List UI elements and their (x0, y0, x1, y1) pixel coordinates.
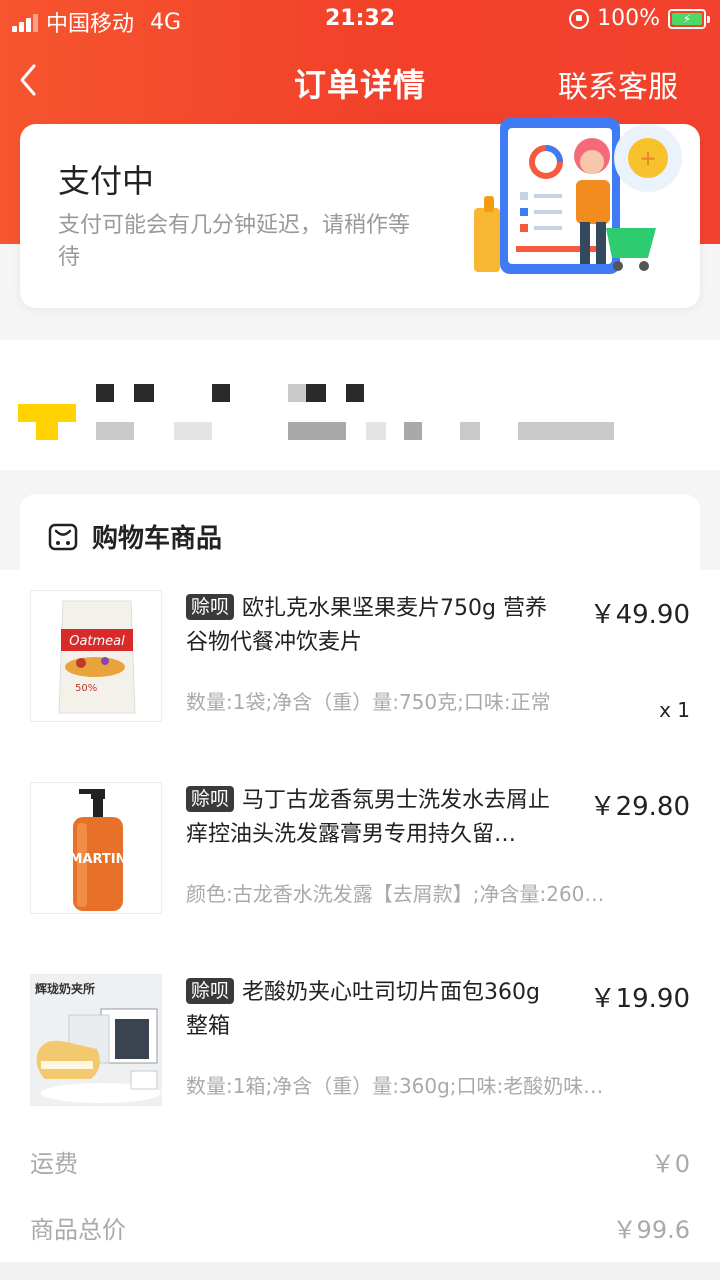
shipping-fee-row: 运费 ￥0 (30, 1144, 690, 1184)
payment-status-desc: 支付可能会有几分钟延迟，请稍作等待 (58, 213, 411, 270)
installment-tag: 赊呗 (186, 594, 235, 620)
cart-header: 购物车商品 (48, 518, 222, 555)
payment-status-card: 支付中 支付可能会有几分钟延迟，请稍作等待 + (20, 118, 700, 308)
bottom-divider (0, 1262, 720, 1280)
shipping-value: ￥0 (650, 1150, 690, 1178)
payment-status-title: 支付中 (58, 162, 155, 200)
cart-item[interactable]: MARTIN 赊呗 马丁古龙香氛男士洗发水去屑止痒控油头洗发露膏男专用持久留… ￥… (0, 762, 720, 932)
shopping-illustration: + (474, 118, 682, 274)
rotation-lock-icon (569, 8, 590, 29)
product-name: 赊呗 欧扎克水果坚果麦片750g 营养谷物代餐冲饮麦片 (186, 594, 547, 655)
status-bar: 中国移动 4G 21:32 100% ⚡ (0, 0, 720, 40)
location-icon (18, 404, 76, 440)
cart-title: 购物车商品 (92, 524, 223, 554)
cart-item[interactable]: Oatmeal 50% 赊呗 欧扎克水果坚果麦片750g 营养谷物代餐冲饮麦片 ￥… (0, 570, 720, 740)
cart-item[interactable]: 辉珑奶夹所 赊呗 老酸奶夹心吐司切片面包360g 整箱 ￥19.90 数量:1箱;… (0, 954, 720, 1124)
installment-tag: 赊呗 (186, 978, 235, 1004)
total-label: 商品总价 (30, 1216, 126, 1244)
product-image: 辉珑奶夹所 (30, 974, 162, 1106)
product-price: ￥49.90 (589, 600, 690, 630)
nav-bar: 订单详情 联系客服 (0, 48, 720, 112)
address-section[interactable] (0, 340, 720, 470)
svg-text:50%: 50% (75, 683, 97, 694)
product-spec: 数量:1箱;净含（重）量:360g;口味:老酸奶味… (186, 1074, 604, 1098)
product-image: Oatmeal 50% (30, 590, 162, 722)
product-image: MARTIN (30, 782, 162, 914)
cart-items: Oatmeal 50% 赊呗 欧扎克水果坚果麦片750g 营养谷物代餐冲饮麦片 ￥… (0, 570, 720, 1270)
battery-icon: ⚡ (668, 8, 710, 29)
product-name: 赊呗 马丁古龙香氛男士洗发水去屑止痒控油头洗发露膏男专用持久留… (186, 786, 551, 847)
contact-service-button[interactable]: 联系客服 (558, 62, 678, 106)
status-right: 100% ⚡ (569, 6, 710, 31)
battery-percent: 100% (597, 6, 660, 31)
product-spec: 数量:1袋;净含（重）量:750克;口味:正常 (186, 690, 551, 714)
product-spec: 颜色:古龙香水洗发露【去屑款】;净含量:260… (186, 882, 605, 906)
total-price-row: 商品总价 ￥99.6 (30, 1210, 690, 1250)
product-quantity: x 1 (659, 698, 690, 722)
product-price: ￥19.90 (589, 984, 690, 1014)
total-value: ￥99.6 (612, 1216, 690, 1244)
cart-icon (48, 523, 78, 550)
svg-text:Oatmeal: Oatmeal (69, 634, 125, 649)
installment-tag: 赊呗 (186, 786, 235, 812)
product-price: ￥29.80 (589, 792, 690, 822)
product-name: 赊呗 老酸奶夹心吐司切片面包360g 整箱 (186, 978, 540, 1039)
svg-text:MARTIN: MARTIN (69, 852, 126, 867)
svg-text:+: + (640, 146, 657, 170)
svg-text:辉珑奶夹所: 辉珑奶夹所 (35, 981, 95, 996)
shipping-label: 运费 (30, 1150, 78, 1178)
